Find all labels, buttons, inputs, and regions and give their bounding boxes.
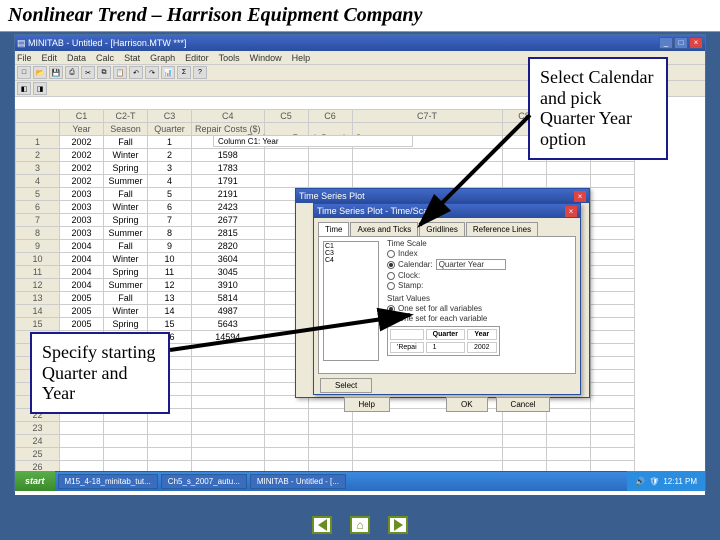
toolbar2-btn[interactable]: ◧ [17, 82, 31, 95]
radio-stamp[interactable] [387, 282, 395, 290]
time-scale-group: Time Scale Index Calendar: Quarter Year … [387, 239, 575, 358]
radio-calendar[interactable] [387, 261, 395, 269]
menu-stat[interactable]: Stat [124, 53, 140, 63]
radio-clock-label: Clock: [398, 271, 420, 280]
nav-home-icon[interactable]: ⌂ [350, 516, 370, 534]
toolbar2-btn[interactable]: ◨ [33, 82, 47, 95]
radio-clock[interactable] [387, 272, 395, 280]
menu-graph[interactable]: Graph [150, 53, 175, 63]
sv-year-input[interactable]: 2002 [467, 342, 497, 353]
tab-axes[interactable]: Axes and Ticks [350, 222, 418, 236]
ok-button[interactable]: OK [446, 397, 488, 412]
timescale-label: Time Scale [387, 239, 575, 248]
column-annotation: Column C1: Year [213, 135, 413, 147]
radio-stamp-label: Stamp: [398, 281, 423, 290]
toolbar-print-icon[interactable]: ⎙ [65, 66, 79, 79]
menu-tools[interactable]: Tools [219, 53, 240, 63]
maximize-button[interactable]: □ [674, 37, 688, 49]
dialog-title: Time Series Plot [299, 191, 365, 201]
toolbar-redo-icon[interactable]: ↷ [145, 66, 159, 79]
list-item[interactable]: C4 [325, 257, 377, 264]
radio-index[interactable] [387, 250, 395, 258]
tray-icon[interactable]: 🔊 [635, 477, 645, 486]
task-item[interactable]: M15_4-18_minitab_tut... [58, 474, 158, 489]
menu-window[interactable]: Window [250, 53, 282, 63]
system-tray[interactable]: 🔊 🛡 12:11 PM [627, 471, 705, 491]
minimize-button[interactable]: _ [659, 37, 673, 49]
tab-gridlines[interactable]: Gridlines [419, 222, 465, 236]
column-listbox[interactable]: C1 C3 C4 [323, 241, 379, 361]
toolbar-stat-icon[interactable]: Σ [177, 66, 191, 79]
radio-one-each[interactable] [387, 315, 395, 323]
start-button[interactable]: start [15, 471, 55, 491]
list-item[interactable]: C1 [325, 243, 377, 250]
task-item[interactable]: MINITAB - Untitled - [... [250, 474, 346, 489]
menu-edit[interactable]: Edit [42, 53, 58, 63]
toolbar-help-icon[interactable]: ? [193, 66, 207, 79]
callout-calendar: Select Calendar and pick Quarter Year op… [528, 57, 668, 160]
menu-file[interactable]: File [17, 53, 32, 63]
calendar-select[interactable]: Quarter Year [436, 259, 506, 270]
tray-icon[interactable]: 🛡 [649, 477, 659, 486]
toolbar-undo-icon[interactable]: ↶ [129, 66, 143, 79]
toolbar-copy-icon[interactable]: ⧉ [97, 66, 111, 79]
toolbar-cut-icon[interactable]: ✂ [81, 66, 95, 79]
radio-one-all[interactable] [387, 305, 395, 313]
list-item[interactable]: C3 [325, 250, 377, 257]
radio-one-all-label: One set for all variables [398, 304, 482, 313]
clock: 12:11 PM [663, 477, 697, 486]
tab-reference[interactable]: Reference Lines [466, 222, 538, 236]
titlebar: ▤ MINITAB - Untitled - [Harrison.MTW ***… [15, 35, 705, 51]
sv-row-label: 'Repai [390, 342, 424, 353]
dialog-title: Time Series Plot - Time/Scale [317, 206, 435, 216]
time-scale-dialog: Time Series Plot - Time/Scale × Time Axes… [313, 203, 581, 395]
menu-help[interactable]: Help [292, 53, 311, 63]
menu-calc[interactable]: Calc [96, 53, 114, 63]
sv-header-y: Year [467, 329, 497, 340]
startvalues-label: Start Values [387, 294, 575, 303]
nav-next-icon[interactable] [388, 516, 408, 534]
slide-title: Nonlinear Trend – Harrison Equipment Com… [0, 0, 720, 32]
dialog-body: C1 C3 C4 Time Scale Index Calendar: Quar… [318, 236, 576, 374]
toolbar-paste-icon[interactable]: 📋 [113, 66, 127, 79]
sv-header-q: Quarter [426, 329, 465, 340]
toolbar-save-icon[interactable]: 💾 [49, 66, 63, 79]
radio-calendar-label: Calendar: [398, 260, 433, 269]
toolbar-graph-icon[interactable]: 📊 [161, 66, 175, 79]
help-button[interactable]: Help [344, 397, 390, 412]
tab-time[interactable]: Time [318, 222, 349, 236]
task-item[interactable]: Ch5_s_2007_autu... [161, 474, 247, 489]
menu-editor[interactable]: Editor [185, 53, 209, 63]
cancel-button[interactable]: Cancel [496, 397, 551, 412]
app-icon: ▤ [17, 38, 26, 49]
toolbar-open-icon[interactable]: 📂 [33, 66, 47, 79]
start-values-table[interactable]: QuarterYear 'Repai12002 [387, 326, 500, 356]
taskbar: start M15_4-18_minitab_tut... Ch5_s_2007… [15, 471, 705, 491]
dialog-close-icon[interactable]: × [574, 191, 586, 202]
dialog-tabs: Time Axes and Ticks Gridlines Reference … [318, 222, 576, 236]
radio-index-label: Index [398, 249, 418, 258]
slide-nav: ⌂ [312, 516, 408, 534]
sv-quarter-input[interactable]: 1 [426, 342, 465, 353]
dialog-close-icon[interactable]: × [565, 206, 577, 217]
radio-one-each-label: One set for each variable [398, 314, 487, 323]
toolbar-new-icon[interactable]: □ [17, 66, 31, 79]
nav-prev-icon[interactable] [312, 516, 332, 534]
close-button[interactable]: × [689, 37, 703, 49]
window-title: MINITAB - Untitled - [Harrison.MTW ***] [28, 38, 186, 48]
callout-startvals: Specify starting Quarter and Year [30, 332, 170, 414]
select-button[interactable]: Select [320, 378, 372, 393]
menu-data[interactable]: Data [67, 53, 86, 63]
